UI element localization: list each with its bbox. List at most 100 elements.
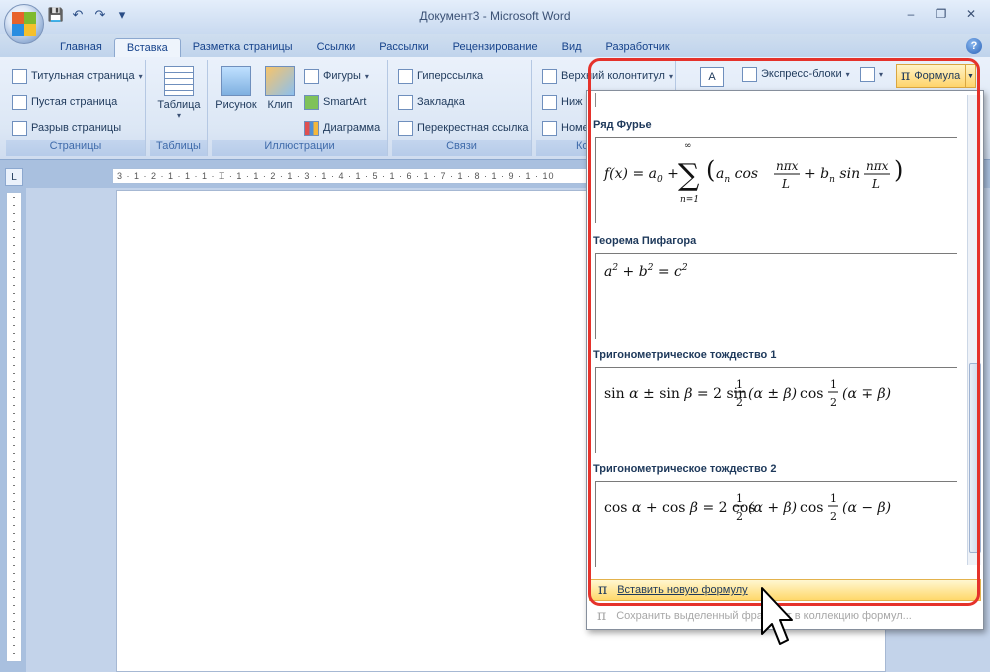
window-title: Документ3 - Microsoft Word: [419, 9, 571, 23]
ribbon-tabs: Главная Вставка Разметка страницы Ссылки…: [0, 34, 990, 59]
tab-home[interactable]: Главная: [48, 38, 114, 59]
text-box-button[interactable]: A: [700, 67, 724, 87]
svg-text:nπx: nπx: [866, 159, 889, 173]
vertical-ruler[interactable]: [6, 192, 22, 662]
group-label-illustrations: Иллюстрации: [212, 140, 387, 156]
gallery-previous-item[interactable]: [595, 93, 955, 107]
tab-references[interactable]: Ссылки: [305, 38, 368, 59]
cover-page-icon: [12, 68, 27, 84]
svg-text:n=1: n=1: [680, 195, 699, 205]
hyperlink-icon: [398, 68, 413, 84]
page-break-icon: [12, 120, 27, 136]
office-button[interactable]: [4, 4, 44, 44]
cover-page-button[interactable]: Титульная страница ▾: [12, 66, 143, 86]
office-logo-icon: [12, 12, 36, 36]
formula-button[interactable]: π Формула ▼: [896, 64, 976, 88]
table-icon: [164, 66, 194, 96]
formula-trig1[interactable]: sin α ± sin β = 2 sin 1 2 (α ± β) cos 1 …: [595, 367, 957, 453]
tab-view[interactable]: Вид: [550, 38, 594, 59]
svg-text:∑: ∑: [678, 158, 700, 193]
formula-pythagoras[interactable]: a2 + b2 = c2: [595, 253, 957, 339]
horizontal-ruler[interactable]: 3 · 1 · 2 · 1 · 1 · 1 · ⌶ · 1 · 1 · 2 · …: [112, 168, 592, 184]
text-box-icon: A: [700, 67, 724, 87]
bookmark-button[interactable]: Закладка: [398, 92, 465, 112]
footer-button[interactable]: Ниж: [542, 92, 582, 112]
svg-text:2: 2: [830, 510, 837, 523]
svg-text:2: 2: [736, 396, 743, 409]
svg-text:(α + β): (α + β): [748, 500, 797, 516]
restore-button[interactable]: ❐: [928, 4, 954, 24]
mouse-pointer-icon: [761, 587, 793, 645]
group-tables: Таблица ▾ Таблицы: [150, 60, 208, 156]
svg-text:nπx: nπx: [776, 159, 799, 173]
blank-page-button[interactable]: Пустая страница: [12, 92, 117, 112]
formula-fourier[interactable]: f(x) = a0 + ∞ ∑ n=1 ( an cos nπx L + bn …: [595, 137, 957, 223]
group-links: Гиперссылка Закладка Перекрестная ссылка…: [392, 60, 532, 156]
section-title-trig2: Тригонометрическое тождество 2: [593, 463, 777, 475]
hyperlink-button[interactable]: Гиперссылка: [398, 66, 483, 86]
tab-page-layout[interactable]: Разметка страницы: [181, 38, 305, 59]
chart-button[interactable]: Диаграмма: [304, 118, 380, 138]
picture-icon: [221, 66, 251, 96]
tab-insert[interactable]: Вставка: [113, 38, 181, 59]
header-button[interactable]: Верхний колонтитул ▾: [542, 66, 673, 86]
svg-text:(α ∓ β): (α ∓ β): [842, 386, 891, 402]
group-label-pages: Страницы: [6, 140, 145, 156]
tab-review[interactable]: Рецензирование: [441, 38, 550, 59]
tab-selector[interactable]: L: [5, 168, 23, 186]
minimize-button[interactable]: –: [898, 4, 924, 24]
formula-gallery: Ряд Фурье f(x) = a0 + ∞ ∑ n=1 ( an cos n…: [586, 90, 984, 630]
fourier-formula: f(x) = a0 + ∞ ∑ n=1 ( an cos nπx L + bn …: [603, 141, 903, 205]
group-pages: Титульная страница ▾ Пустая страница Разр…: [6, 60, 146, 156]
table-button[interactable]: Таблица ▾: [156, 66, 202, 120]
blank-page-icon: [12, 94, 27, 110]
help-icon[interactable]: ?: [966, 38, 982, 54]
window-controls: – ❐ ✕: [898, 4, 984, 24]
scrollbar-thumb[interactable]: [969, 363, 981, 553]
header-icon: [542, 68, 557, 84]
formula-trig2[interactable]: cos α + cos β = 2 cos 1 2 (α + β) cos 1 …: [595, 481, 957, 567]
shapes-button[interactable]: Фигуры ▾: [304, 66, 369, 86]
picture-button[interactable]: Рисунок: [214, 66, 258, 111]
tab-developer[interactable]: Разработчик: [594, 38, 682, 59]
svg-text:(α − β): (α − β): [842, 500, 891, 516]
title-bar: 💾 ↶ ↷ ▾ Документ3 - Microsoft Word – ❐ ✕: [0, 0, 990, 34]
svg-text:1: 1: [736, 492, 743, 505]
svg-text:cos: cos: [800, 500, 823, 516]
signature-line-button[interactable]: ▾: [860, 64, 883, 84]
formula-dropdown-arrow[interactable]: ▼: [965, 65, 975, 87]
page-number-button[interactable]: Номе: [542, 118, 589, 138]
quick-parts-icon: [742, 66, 757, 82]
cross-reference-button[interactable]: Перекрестная ссылка: [398, 118, 529, 138]
svg-text:+ bn sin: + bn sin: [804, 166, 860, 185]
section-title-pythagoras: Теорема Пифагора: [593, 235, 697, 247]
cross-reference-icon: [398, 120, 413, 136]
svg-text:1: 1: [736, 378, 743, 391]
group-label-links: Связи: [392, 140, 531, 156]
close-button[interactable]: ✕: [958, 4, 984, 24]
svg-text:∞: ∞: [684, 141, 692, 151]
svg-text:an cos: an cos: [716, 166, 758, 185]
bookmark-icon: [398, 94, 413, 110]
svg-text:cos α + cos β = 2 cos: cos α + cos β = 2 cos: [604, 500, 755, 516]
svg-text:1: 1: [830, 378, 837, 391]
svg-text:(: (: [706, 156, 715, 184]
clip-art-icon: [265, 66, 295, 96]
chart-icon: [304, 120, 319, 136]
svg-text:sin α ± sin β = 2 sin: sin α ± sin β = 2 sin: [604, 386, 747, 402]
smartart-button[interactable]: SmartArt: [304, 92, 366, 112]
svg-text:2: 2: [830, 396, 837, 409]
section-title-trig1: Тригонометрическое тождество 1: [593, 349, 777, 361]
svg-text:1: 1: [830, 492, 837, 505]
clip-button[interactable]: Клип: [262, 66, 298, 111]
quick-parts-button[interactable]: Экспресс-блоки ▾: [742, 64, 850, 84]
gallery-scrollbar[interactable]: [967, 95, 981, 565]
svg-text:cos: cos: [800, 386, 823, 402]
svg-text:): ): [894, 156, 903, 184]
tab-mailings[interactable]: Рассылки: [367, 38, 440, 59]
svg-text:a2 + b2 = c2: a2 + b2 = c2: [604, 263, 688, 280]
page-break-button[interactable]: Разрыв страницы: [12, 118, 121, 138]
trig1-formula: sin α ± sin β = 2 sin 1 2 (α ± β) cos 1 …: [604, 378, 891, 409]
save-formula-icon: π: [597, 608, 607, 624]
pi-icon: π: [598, 582, 608, 598]
